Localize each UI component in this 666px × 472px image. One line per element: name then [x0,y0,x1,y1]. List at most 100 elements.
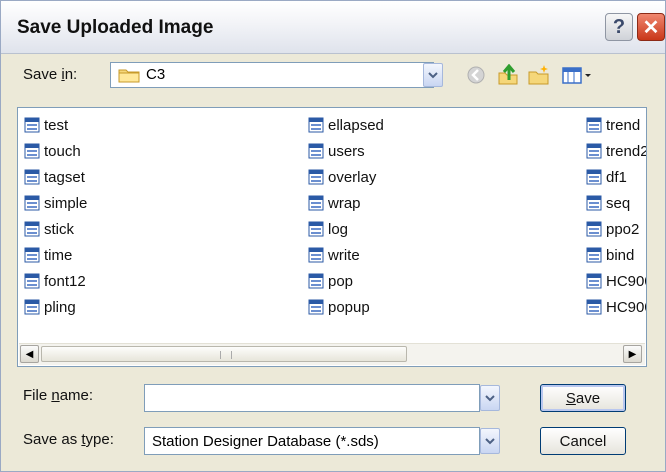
chevron-left-icon: ◀ [25,348,34,360]
file-name-text: bind [606,246,635,264]
save-as-type-dropdown-button[interactable] [480,428,500,454]
views-menu-button[interactable] [561,64,595,86]
file-item[interactable]: users [308,138,384,164]
file-name-text: ppo2 [606,220,640,238]
file-item[interactable]: pop [308,268,384,294]
file-item[interactable]: font12 [24,268,87,294]
file-name-text: HC900_ [606,298,646,316]
file-name-text: simple [44,194,88,212]
file-item[interactable]: write [308,242,384,268]
file-name-input[interactable] [144,384,480,412]
save-in-dropdown-button[interactable] [423,63,443,87]
file-item[interactable]: touch [24,138,87,164]
chevron-down-icon [485,394,495,401]
file-item[interactable]: time [24,242,87,268]
file-name-text: trend2 [606,142,647,160]
new-folder-icon [528,65,549,85]
file-name-text: test [44,116,69,134]
file-name-text: time [44,246,73,264]
save-as-type-label: Save as type: [23,431,114,448]
scroll-left-button[interactable]: ◀ [20,345,39,363]
file-item[interactable]: stick [24,216,87,242]
database-file-icon [586,169,602,185]
back-button[interactable] [465,64,487,86]
file-item[interactable]: wrap [308,190,384,216]
file-name-text: df1 [606,168,627,186]
file-item[interactable]: HC900_ [586,294,646,320]
file-item[interactable]: trend [586,112,646,138]
database-file-icon [308,299,324,315]
file-item[interactable]: HC900_ [586,268,646,294]
save-as-type-select[interactable]: Station Designer Database (*.sds) [144,427,480,455]
save-as-type-value: Station Designer Database (*.sds) [152,433,379,450]
database-file-icon [24,299,40,315]
file-name-text: trend [606,116,641,134]
file-item[interactable]: bind [586,242,646,268]
file-name-text: seq [606,194,631,212]
file-name-text: tagset [44,168,85,186]
file-item[interactable]: simple [24,190,87,216]
file-item[interactable]: log [308,216,384,242]
database-file-icon [24,221,40,237]
scroll-thumb[interactable] [41,346,407,362]
file-item[interactable]: ellapsed [308,112,384,138]
database-file-icon [24,117,40,133]
file-name-text: HC900_ [606,272,646,290]
database-file-icon [586,247,602,263]
file-item[interactable]: overlay [308,164,384,190]
back-icon [467,66,485,84]
file-name-label: File name: [23,387,94,404]
database-file-icon [24,273,40,289]
new-folder-button[interactable] [528,64,550,86]
database-file-icon [24,169,40,185]
chevron-right-icon: ▶ [628,348,637,360]
file-name-text: stick [44,220,74,238]
file-name-text: write [328,246,360,264]
file-item[interactable]: ppo2 [586,216,646,242]
database-file-icon [586,299,602,315]
file-item[interactable]: seq [586,190,646,216]
file-column-1: test touch tagset simple stick time font12 plin… [24,112,87,320]
scroll-right-button[interactable]: ▶ [623,345,642,363]
database-file-icon [308,143,324,159]
file-column-3: trend trend2 df1 seq ppo2 bind HC900_ HC900_ [586,112,647,320]
file-name-text: font12 [44,272,86,290]
database-file-icon [308,247,324,263]
close-icon: ✕ [642,16,660,39]
file-name-text: log [328,220,349,238]
horizontal-scrollbar[interactable]: ◀ ▶ [19,343,645,365]
file-item[interactable]: tagset [24,164,87,190]
database-file-icon [24,143,40,159]
database-file-icon [308,221,324,237]
dialog-title: Save Uploaded Image [17,17,214,38]
file-item[interactable]: pling [24,294,87,320]
close-button[interactable]: ✕ [637,13,665,41]
file-name-text: pop [328,272,354,290]
file-name-dropdown-button[interactable] [480,385,500,411]
file-list[interactable]: test touch tagset simple stick time font12 plin… [17,107,647,367]
chevron-down-icon [428,71,438,78]
file-name-text: popup [328,298,370,316]
database-file-icon [586,143,602,159]
file-item[interactable]: df1 [586,164,646,190]
database-file-icon [24,195,40,211]
cancel-button[interactable]: Cancel [540,427,626,455]
database-file-icon [308,117,324,133]
database-file-icon [308,169,324,185]
file-column-2: ellapsed users overlay wrap log write pop popup [308,112,384,320]
up-folder-icon [498,64,518,85]
save-dialog: Save Uploaded Image ? ✕ Save in: C3 test… [0,0,666,472]
help-icon: ? [612,15,626,38]
title-bar[interactable]: Save Uploaded Image ? ✕ [1,1,665,54]
database-file-icon [586,117,602,133]
database-file-icon [586,273,602,289]
file-item[interactable]: test [24,112,87,138]
save-button[interactable]: Save [540,384,626,412]
save-in-combo[interactable]: C3 [110,62,434,88]
up-folder-button[interactable] [497,64,519,86]
database-file-icon [308,195,324,211]
save-in-value: C3 [146,66,166,83]
file-item[interactable]: popup [308,294,384,320]
help-button[interactable]: ? [605,13,633,41]
file-item[interactable]: trend2 [586,138,647,164]
